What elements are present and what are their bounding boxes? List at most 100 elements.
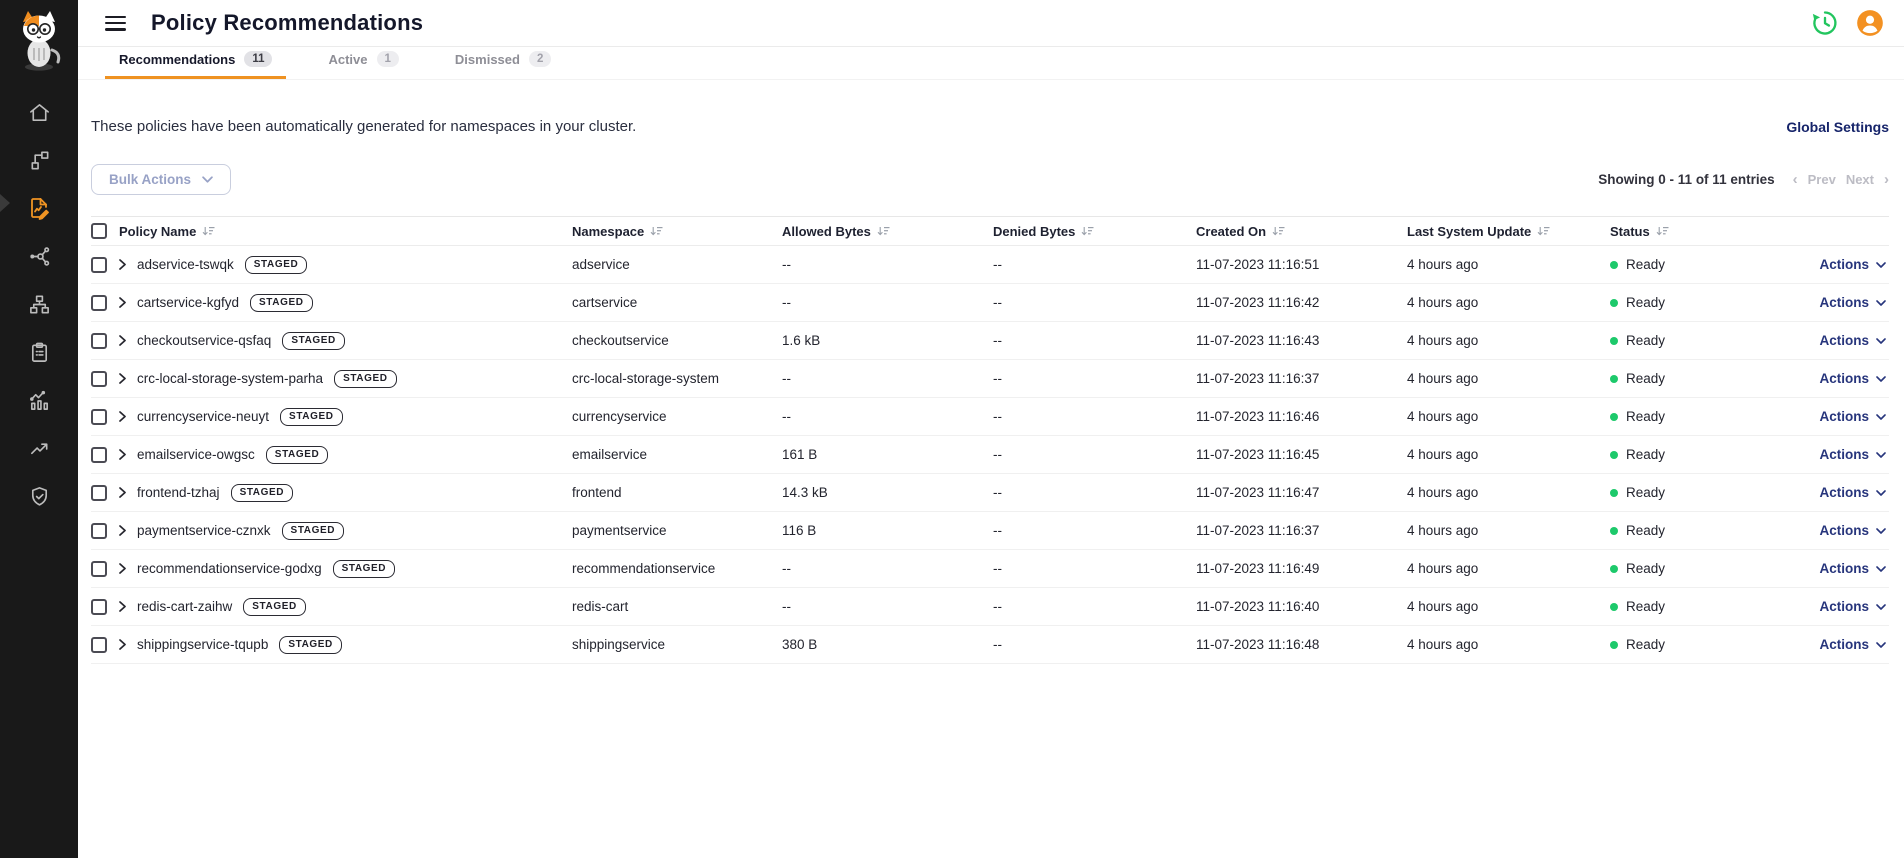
policy-name: currencyservice-neuyt — [137, 409, 269, 424]
column-header-namespace[interactable]: Namespace — [572, 224, 782, 239]
last-update-cell: 4 hours ago — [1407, 637, 1610, 652]
home-icon[interactable] — [0, 88, 78, 136]
staged-badge: STAGED — [280, 408, 343, 426]
row-checkbox[interactable] — [91, 485, 107, 501]
header-actions — [1811, 9, 1884, 37]
shield-check-icon[interactable] — [0, 472, 78, 520]
history-icon[interactable] — [1811, 9, 1839, 37]
table-row: frontend-tzhaj STAGED frontend 14.3 kB -… — [91, 474, 1889, 512]
expand-chevron-icon[interactable] — [119, 411, 126, 422]
column-header-status[interactable]: Status — [1610, 224, 1780, 239]
tab-active[interactable]: Active1 — [314, 51, 412, 79]
share-nodes-icon[interactable] — [0, 232, 78, 280]
actions-button[interactable]: Actions — [1819, 523, 1886, 538]
status-text: Ready — [1626, 561, 1665, 576]
policies-table: Policy NameNamespaceAllowed BytesDenied … — [91, 216, 1889, 664]
actions-button[interactable]: Actions — [1819, 561, 1886, 576]
row-checkbox[interactable] — [91, 599, 107, 615]
status-text: Ready — [1626, 637, 1665, 652]
tab-dismissed[interactable]: Dismissed2 — [441, 51, 565, 79]
created-on-cell: 11-07-2023 11:16:49 — [1196, 561, 1407, 576]
row-checkbox[interactable] — [91, 561, 107, 577]
actions-button[interactable]: Actions — [1819, 333, 1886, 348]
tab-label: Active — [328, 52, 367, 67]
chart-bars-icon[interactable] — [0, 376, 78, 424]
menu-toggle-icon[interactable] — [105, 16, 126, 31]
expand-chevron-icon[interactable] — [119, 639, 126, 650]
actions-button[interactable]: Actions — [1819, 599, 1886, 614]
row-checkbox[interactable] — [91, 447, 107, 463]
expand-chevron-icon[interactable] — [119, 259, 126, 270]
policy-name: recommendationservice-godxg — [137, 561, 322, 576]
last-update-cell: 4 hours ago — [1407, 561, 1610, 576]
policy-name: shippingservice-tqupb — [137, 637, 268, 652]
allowed-bytes-cell: -- — [782, 371, 993, 386]
status-ready-dot — [1610, 641, 1618, 649]
allowed-bytes-cell: -- — [782, 599, 993, 614]
expand-chevron-icon[interactable] — [119, 525, 126, 536]
prev-chevron-icon[interactable]: ‹ — [1793, 172, 1798, 187]
last-update-cell: 4 hours ago — [1407, 295, 1610, 310]
table-row: shippingservice-tqupb STAGED shippingser… — [91, 626, 1889, 664]
table-row: redis-cart-zaihw STAGED redis-cart -- --… — [91, 588, 1889, 626]
column-header-policy-name[interactable]: Policy Name — [119, 224, 572, 239]
topology-icon[interactable] — [0, 136, 78, 184]
allowed-bytes-cell: 116 B — [782, 523, 993, 538]
cat-mascot-logo[interactable] — [11, 8, 67, 74]
expand-chevron-icon[interactable] — [119, 335, 126, 346]
actions-button[interactable]: Actions — [1819, 447, 1886, 462]
sitemap-icon[interactable] — [0, 280, 78, 328]
expand-chevron-icon[interactable] — [119, 297, 126, 308]
tab-recommendations[interactable]: Recommendations11 — [105, 51, 286, 79]
column-header-denied-bytes[interactable]: Denied Bytes — [993, 224, 1196, 239]
row-checkbox[interactable] — [91, 257, 107, 273]
actions-button[interactable]: Actions — [1819, 637, 1886, 652]
status-ready-dot — [1610, 375, 1618, 383]
column-header-allowed-bytes[interactable]: Allowed Bytes — [782, 224, 993, 239]
actions-button[interactable]: Actions — [1819, 371, 1886, 386]
allowed-bytes-cell: 14.3 kB — [782, 485, 993, 500]
column-header-created-on[interactable]: Created On — [1196, 224, 1407, 239]
entries-summary: Showing 0 - 11 of 11 entries — [1598, 172, 1774, 187]
actions-button[interactable]: Actions — [1819, 485, 1886, 500]
policy-name: paymentservice-cznxk — [137, 523, 271, 538]
denied-bytes-cell: -- — [993, 371, 1196, 386]
last-update-cell: 4 hours ago — [1407, 523, 1610, 538]
row-checkbox[interactable] — [91, 523, 107, 539]
expand-chevron-icon[interactable] — [119, 601, 126, 612]
policy-edit-icon[interactable] — [0, 184, 78, 232]
sort-icon — [1656, 226, 1669, 237]
staged-badge: STAGED — [231, 484, 294, 502]
select-all-checkbox[interactable] — [91, 223, 107, 239]
user-avatar-icon[interactable] — [1856, 9, 1884, 37]
row-checkbox[interactable] — [91, 371, 107, 387]
status-text: Ready — [1626, 333, 1665, 348]
clipboard-icon[interactable] — [0, 328, 78, 376]
prev-button[interactable]: Prev — [1808, 172, 1836, 187]
next-button[interactable]: Next — [1846, 172, 1874, 187]
global-settings-link[interactable]: Global Settings — [1786, 119, 1889, 135]
trending-up-icon[interactable] — [0, 424, 78, 472]
denied-bytes-cell: -- — [993, 257, 1196, 272]
created-on-cell: 11-07-2023 11:16:37 — [1196, 371, 1407, 386]
actions-button[interactable]: Actions — [1819, 257, 1886, 272]
expand-chevron-icon[interactable] — [119, 373, 126, 384]
column-header-last-system-update[interactable]: Last System Update — [1407, 224, 1610, 239]
created-on-cell: 11-07-2023 11:16:46 — [1196, 409, 1407, 424]
next-chevron-icon[interactable]: › — [1884, 172, 1889, 187]
row-checkbox[interactable] — [91, 295, 107, 311]
status-text: Ready — [1626, 371, 1665, 386]
bulk-actions-button[interactable]: Bulk Actions — [91, 164, 231, 195]
sidebar — [0, 0, 78, 858]
status-ready-dot — [1610, 527, 1618, 535]
status-ready-dot — [1610, 451, 1618, 459]
expand-chevron-icon[interactable] — [119, 449, 126, 460]
row-checkbox[interactable] — [91, 409, 107, 425]
actions-button[interactable]: Actions — [1819, 295, 1886, 310]
staged-badge: STAGED — [333, 560, 396, 578]
actions-button[interactable]: Actions — [1819, 409, 1886, 424]
expand-chevron-icon[interactable] — [119, 487, 126, 498]
row-checkbox[interactable] — [91, 333, 107, 349]
expand-chevron-icon[interactable] — [119, 563, 126, 574]
row-checkbox[interactable] — [91, 637, 107, 653]
